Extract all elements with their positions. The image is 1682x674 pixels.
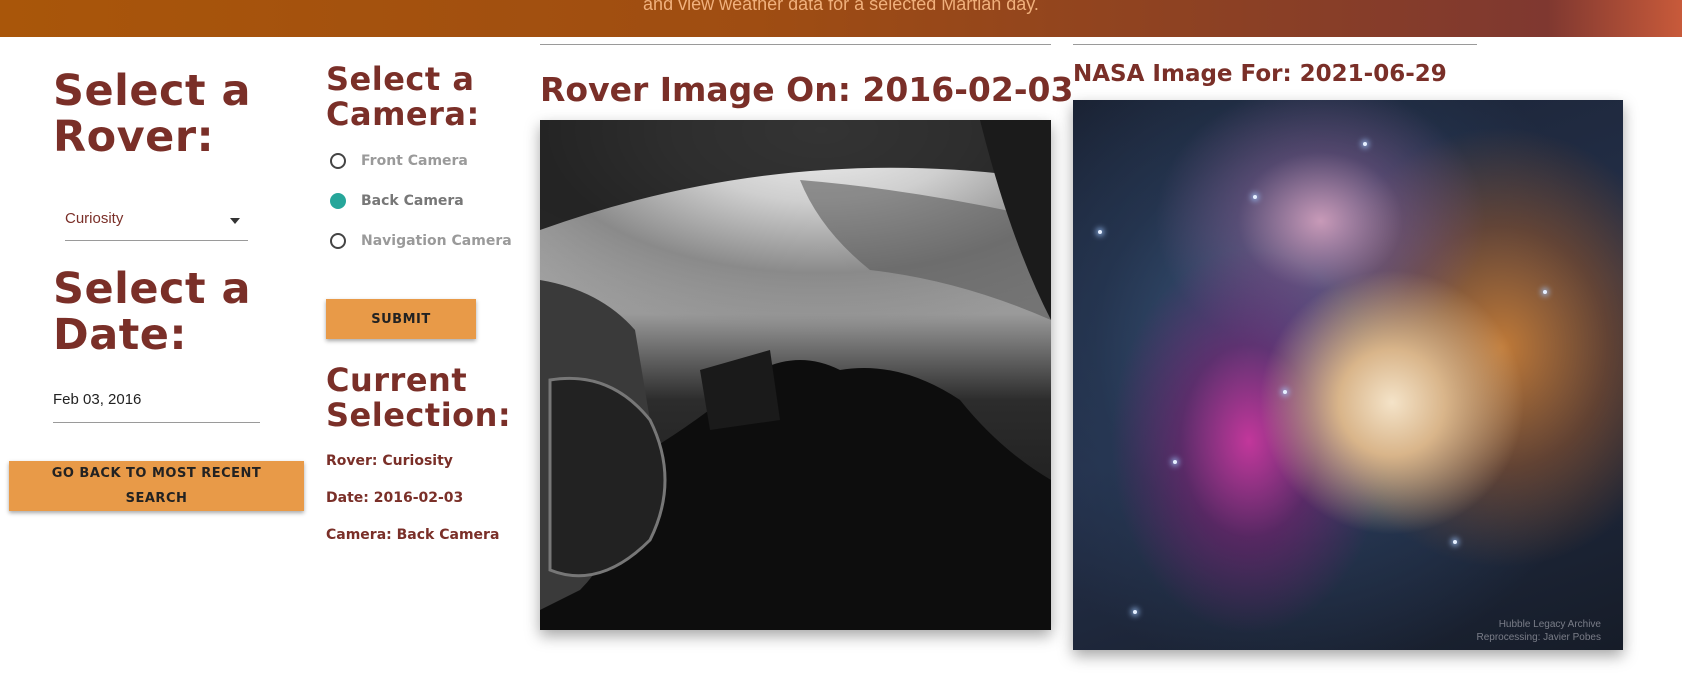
rover-heading-line1: Select a — [53, 66, 252, 116]
rover-photo-shapes — [540, 120, 1051, 630]
star — [1363, 142, 1367, 146]
radio-label-navigation-camera: Navigation Camera — [361, 233, 512, 249]
current-camera: Camera: Back Camera — [326, 527, 500, 543]
star — [1098, 230, 1102, 234]
radio-unchecked-icon[interactable] — [330, 233, 346, 249]
rover-image-title: Rover Image On: 2016-02-03 — [540, 70, 1074, 109]
divider — [540, 44, 1051, 45]
go-back-button[interactable]: GO BACK TO MOST RECENT SEARCH — [9, 461, 304, 511]
banner-subtitle: and view weather data for a selected Mar… — [643, 0, 1039, 14]
camera-heading-line2: Camera: — [326, 94, 480, 133]
date-heading-line2: Date: — [53, 310, 188, 361]
current-selection-heading-line2: Selection: — [326, 395, 512, 434]
rover-photo — [540, 120, 1051, 630]
current-date: Date: 2016-02-03 — [326, 490, 464, 506]
image-credit-line2: Reprocessing: Javier Pobes — [1476, 632, 1601, 643]
chevron-down-icon — [230, 218, 240, 224]
radio-checked-icon[interactable] — [330, 193, 346, 209]
camera-heading: Select a Camera: — [326, 62, 480, 131]
date-heading: Select a Date: — [53, 266, 251, 359]
nasa-image-title: NASA Image For: 2021-06-29 — [1073, 61, 1447, 87]
date-input[interactable]: Feb 03, 2016 — [53, 388, 260, 423]
go-back-button-line2: SEARCH — [125, 491, 188, 506]
current-selection-heading: Current Selection: — [326, 363, 511, 432]
star — [1133, 610, 1137, 614]
camera-heading-line1: Select a — [326, 60, 475, 98]
divider — [1073, 44, 1477, 45]
go-back-button-line1: GO BACK TO MOST RECENT — [51, 466, 262, 481]
rover-dropdown[interactable]: Curiosity — [65, 203, 248, 241]
star — [1283, 390, 1287, 394]
top-banner: and view weather data for a selected Mar… — [0, 0, 1682, 37]
rover-heading-line2: Rover: — [53, 112, 215, 163]
current-selection-heading-line1: Current — [326, 361, 468, 399]
rover-dropdown-value: Curiosity — [65, 210, 124, 227]
image-credit: Hubble Legacy Archive Reprocessing: Javi… — [1476, 618, 1601, 644]
date-heading-line1: Select a — [53, 264, 252, 314]
radio-label-front-camera: Front Camera — [361, 153, 468, 169]
submit-button[interactable]: SUBMIT — [326, 299, 476, 339]
star — [1543, 290, 1547, 294]
star — [1453, 540, 1457, 544]
star — [1173, 460, 1177, 464]
image-credit-line1: Hubble Legacy Archive — [1498, 619, 1601, 630]
radio-label-back-camera: Back Camera — [361, 193, 464, 209]
rover-heading: Select a Rover: — [53, 68, 251, 161]
nasa-photo: Hubble Legacy Archive Reprocessing: Javi… — [1073, 100, 1623, 650]
current-rover: Rover: Curiosity — [326, 453, 453, 469]
date-input-value: Feb 03, 2016 — [53, 391, 142, 408]
radio-unchecked-icon[interactable] — [330, 153, 346, 169]
star — [1253, 195, 1257, 199]
